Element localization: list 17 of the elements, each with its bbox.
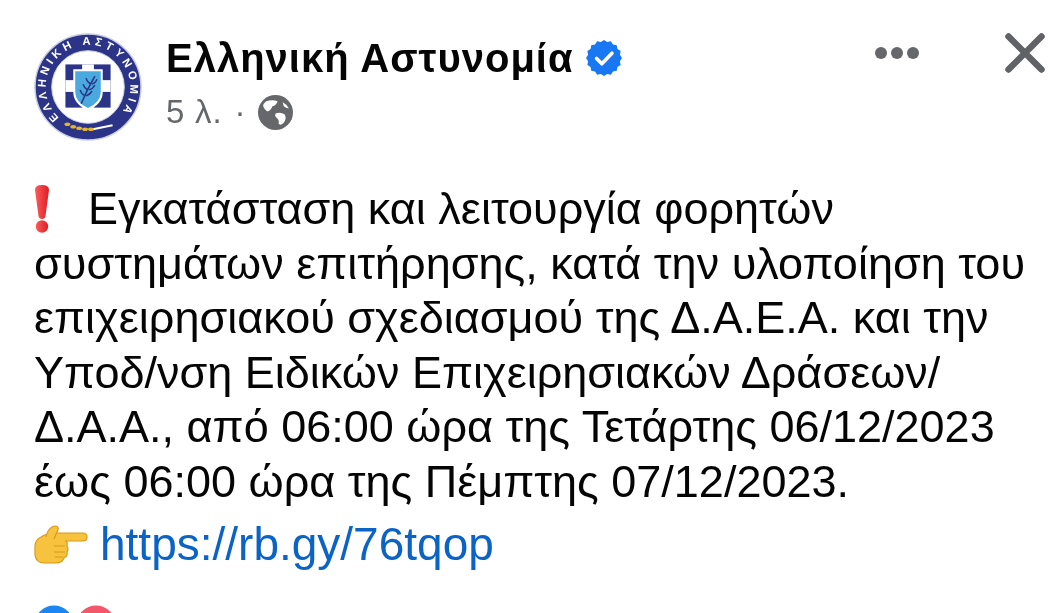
post-text-line: επιχειρησιακού σχεδιασμού της Δ.Α.Ε.Α. και την: [34, 291, 989, 345]
post-text-line: Δ.Α.Α., από 06:00 ώρα της Τετάρτης 06/12/2023: [34, 400, 995, 454]
post-link[interactable]: https://rb.gy/76tqop: [100, 517, 494, 571]
post-time[interactable]: 5 λ.: [166, 93, 223, 131]
more-button[interactable]: [874, 46, 920, 60]
more-icon: [874, 46, 920, 60]
post-text-line: έως 06:00 ώρα της Πέμπτης 07/12/2023.: [34, 454, 849, 509]
post-text-line: συστημάτων επιτήρησης, κατά την υλοποίηση του: [34, 236, 1025, 291]
post-text-line: Υποδ/νση Ειδικών Επιχειρησιακών Δράσεων/: [34, 345, 941, 400]
globe-icon: [258, 94, 294, 130]
pointing-hand-icon: [34, 524, 88, 564]
close-icon: [1005, 33, 1045, 73]
close-button[interactable]: [1005, 33, 1045, 73]
page-name[interactable]: Ελληνική Αστυνομία: [166, 35, 574, 81]
exclamation-icon: [34, 185, 50, 234]
separator-dot: ·: [234, 93, 247, 131]
post-text-line: Εγκατάσταση και λειτουργία φορητών: [88, 182, 834, 236]
